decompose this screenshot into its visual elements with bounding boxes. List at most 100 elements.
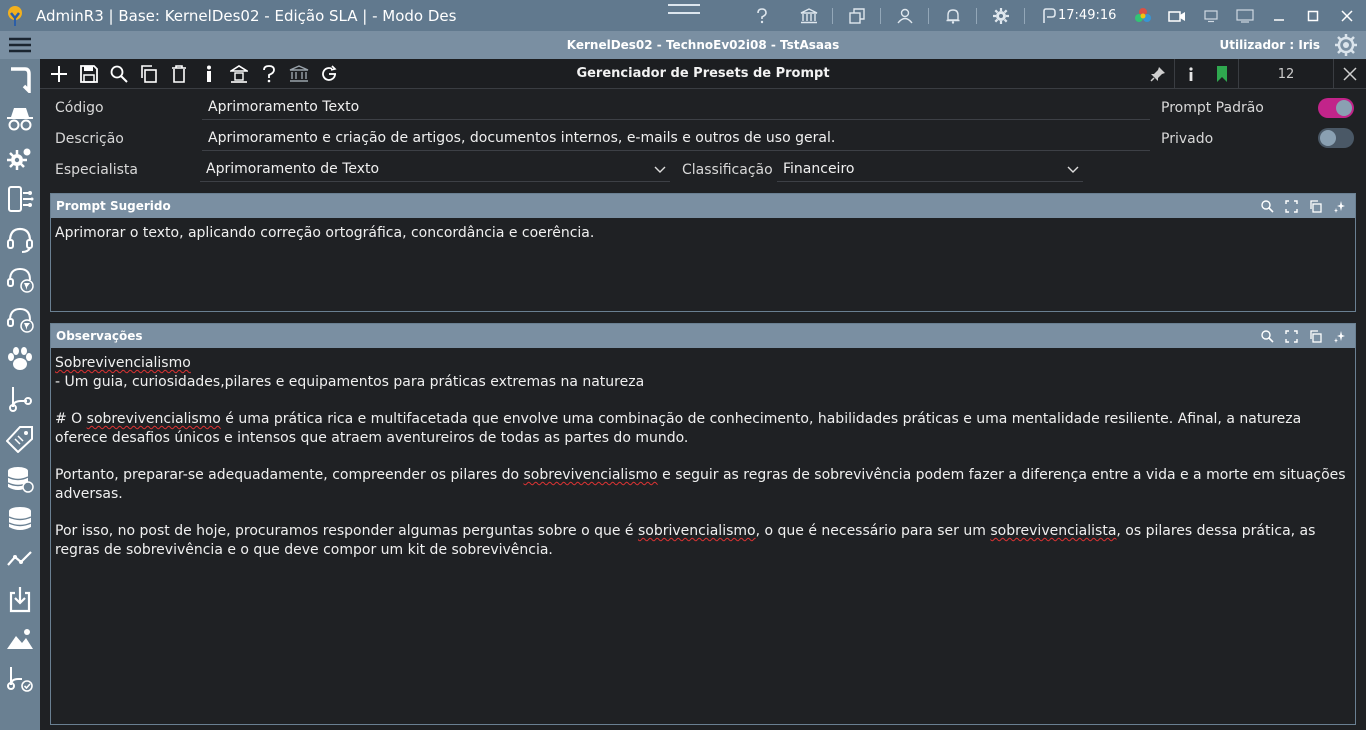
obs-text-misspelled: sobrevivencialista (990, 523, 1117, 539)
obs-text-misspelled: sobrivencialismo (637, 523, 756, 539)
nav-database-icon[interactable] (0, 499, 40, 539)
copy-icon[interactable] (1303, 194, 1327, 218)
nav-gears-icon[interactable] (0, 139, 40, 179)
close-icon[interactable] (1330, 0, 1364, 31)
panel-title: Observações (56, 329, 143, 343)
obs-paragraph: Por isso, no post de hoje, procuramos re… (55, 522, 1351, 560)
save-icon[interactable] (74, 59, 104, 89)
ai-sparkle-icon[interactable] (1327, 194, 1351, 218)
info-icon[interactable] (194, 59, 224, 89)
maximize-icon[interactable] (1296, 0, 1330, 31)
clock: 17:49:16 (1058, 8, 1117, 23)
nav-database-sync-icon[interactable] (0, 459, 40, 499)
toggle-knob (1320, 130, 1336, 146)
especialista-select[interactable]: Aprimoramento de Texto (200, 158, 670, 182)
bank-icon[interactable] (785, 0, 832, 31)
copy-icon[interactable] (134, 59, 164, 89)
obs-text-misspelled: sobrevivencialismo (523, 467, 658, 483)
window-toolbar: Gerenciador de Presets de Prompt 12 (40, 59, 1366, 89)
obs-text: Portanto, preparar-se adequadamente, com… (55, 467, 524, 483)
search-icon[interactable] (1255, 324, 1279, 348)
expand-icon[interactable] (1279, 324, 1303, 348)
classificacao-select[interactable]: Financeiro (777, 158, 1083, 182)
especialista-value: Aprimoramento de Texto (206, 161, 380, 177)
nav-headset-filter2-icon[interactable] (0, 299, 40, 339)
close-window-icon[interactable] (1334, 59, 1366, 89)
monitor-icon[interactable] (1228, 0, 1262, 31)
privado-label: Privado (1161, 131, 1214, 147)
nav-flow-icon[interactable] (0, 379, 40, 419)
ai-sparkle-icon[interactable] (1327, 324, 1351, 348)
title-bar: AdminR3 | Base: KernelDes02 - Edição SLA… (0, 0, 1366, 31)
minimize-icon[interactable] (1262, 0, 1296, 31)
drag-grip-icon[interactable] (668, 4, 700, 14)
nav-headset-icon[interactable] (0, 219, 40, 259)
obs-subtitle: - Um guia, curiosidades,pilares e equipa… (55, 374, 645, 390)
descricao-input[interactable]: Aprimoramento e criação de artigos, docu… (202, 127, 1150, 151)
obs-paragraph: # O sobrevivencialismo é uma prática ric… (55, 410, 1351, 448)
classificacao-label: Classificação (682, 162, 773, 178)
context-bar: KernelDes02 - TechnoEv02i08 - TstAsaas U… (0, 31, 1366, 59)
obs-paragraph: Sobrevivencialismo (55, 354, 1351, 373)
panel-title: Prompt Sugerido (56, 199, 171, 213)
help-icon[interactable] (738, 0, 785, 31)
monitor-small-icon[interactable] (1194, 0, 1228, 31)
search-icon[interactable] (1255, 194, 1279, 218)
privado-toggle[interactable] (1318, 128, 1354, 148)
observacoes-panel: Observações Sobrevivencialismo - Um guia… (50, 323, 1356, 725)
expand-icon[interactable] (1279, 194, 1303, 218)
chevron-down-icon (654, 161, 666, 183)
search-icon[interactable] (104, 59, 134, 89)
nav-flow-check-icon[interactable] (0, 659, 40, 699)
settings-gear-icon[interactable] (977, 0, 1024, 31)
info-small-icon[interactable] (1174, 59, 1206, 89)
delete-icon[interactable] (164, 59, 194, 89)
pin-icon[interactable] (1142, 59, 1174, 89)
prompt-sugerido-panel: Prompt Sugerido Aprimorar o texto, aplic… (50, 193, 1356, 312)
obs-text: , o que é necessário para ser um (755, 523, 991, 539)
camera-icon[interactable] (1160, 0, 1194, 31)
preset-form: Código Aprimoramento Texto Descrição Apr… (40, 89, 1366, 189)
record-count: 12 (1238, 59, 1334, 89)
user-label: Utilizador : Iris (1219, 38, 1320, 52)
prompt-text-area[interactable]: Aprimorar o texto, aplicando correção or… (51, 218, 1355, 249)
nav-tag-icon[interactable] (0, 419, 40, 459)
user-settings-gear-icon[interactable] (1334, 33, 1358, 61)
nav-headset-filter-icon[interactable] (0, 259, 40, 299)
bell-icon[interactable] (929, 0, 976, 31)
institution-icon[interactable] (224, 59, 254, 89)
especialista-label: Especialista (55, 162, 138, 178)
obs-text: # O (55, 411, 87, 427)
prompt-padrao-toggle[interactable] (1318, 98, 1354, 118)
context-label: KernelDes02 - TechnoEv02i08 - TstAsaas (566, 38, 840, 52)
add-icon[interactable] (44, 59, 74, 89)
nav-spy-icon[interactable] (0, 99, 40, 139)
nav-trend-icon[interactable] (0, 539, 40, 579)
refresh-icon[interactable] (314, 59, 344, 89)
panel-header: Prompt Sugerido (51, 194, 1355, 218)
bookmark-icon[interactable] (1206, 59, 1238, 89)
obs-text: Por isso, no post de hoje, procuramos re… (55, 523, 638, 539)
prompt-text: Aprimorar o texto, aplicando correção or… (55, 225, 595, 241)
nav-image-icon[interactable] (0, 619, 40, 659)
obs-title: Sobrevivencialismo (55, 355, 191, 371)
nav-mobile-network-icon[interactable] (0, 179, 40, 219)
codigo-input[interactable]: Aprimoramento Texto (202, 96, 1150, 120)
nav-download-icon[interactable] (0, 579, 40, 619)
prompt-padrao-label: Prompt Padrão (1161, 100, 1264, 116)
obs-paragraph: Portanto, preparar-se adequadamente, com… (55, 466, 1351, 504)
user-icon[interactable] (881, 0, 928, 31)
observacoes-text-area[interactable]: Sobrevivencialismo - Um guia, curiosidad… (51, 348, 1355, 566)
help-question-icon[interactable] (254, 59, 284, 89)
nav-hook-icon[interactable] (0, 59, 40, 99)
chevron-down-icon (1067, 161, 1079, 183)
nav-paw-icon[interactable] (0, 339, 40, 379)
left-navigation (0, 59, 40, 730)
color-wheel-icon[interactable] (1126, 0, 1160, 31)
obs-text: é uma prática rica e multifacetada que e… (55, 411, 1302, 446)
obs-text-misspelled: sobrevivencialismo (86, 411, 221, 427)
bank-icon[interactable] (284, 59, 314, 89)
windows-icon[interactable] (833, 0, 880, 31)
codigo-label: Código (55, 100, 104, 116)
copy-icon[interactable] (1303, 324, 1327, 348)
